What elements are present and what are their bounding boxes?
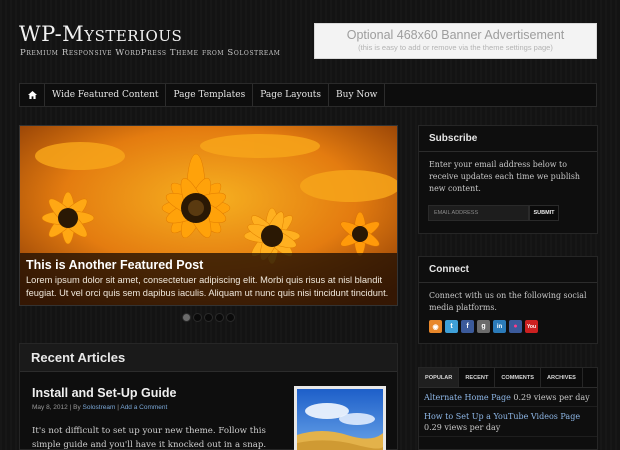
- popular-item-link[interactable]: How to Set Up a YouTube Videos Page: [424, 412, 580, 421]
- slider-dot-4[interactable]: [215, 313, 224, 322]
- site-tagline: Premium Responsive WordPress Theme from …: [20, 48, 281, 58]
- banner-title: Optional 468x60 Banner Advertisement: [346, 28, 565, 42]
- article-by: By: [73, 404, 81, 411]
- site-logo-title[interactable]: WP-Mysterious: [19, 22, 182, 46]
- social-icons: ◉ t f g in ● You: [429, 320, 538, 333]
- linkedin-icon[interactable]: in: [493, 320, 506, 333]
- popular-item-views: 0.29: [513, 393, 532, 402]
- submit-button[interactable]: SUBMIT: [529, 205, 559, 221]
- nav-item-page-templates[interactable]: Page Templates: [166, 84, 254, 106]
- connect-heading: Connect: [419, 257, 597, 283]
- slider-dot-1[interactable]: [182, 313, 191, 322]
- meta-separator: |: [117, 404, 119, 411]
- googleplus-icon[interactable]: g: [477, 320, 490, 333]
- email-field[interactable]: EMAIL ADDRESS: [428, 205, 529, 221]
- slider-dot-2[interactable]: [193, 313, 202, 322]
- tab-archives[interactable]: ARCHIVES: [541, 368, 583, 387]
- slide-excerpt: Lorem ipsum dolor sit amet, consectetuer…: [26, 275, 389, 298]
- recent-articles-heading: Recent Articles: [20, 344, 397, 372]
- banner-subtitle: (this is easy to add or remove via the t…: [358, 43, 553, 52]
- rss-icon[interactable]: ◉: [429, 320, 442, 333]
- article-meta: May 8, 2012 | By Solostream | Add a Comm…: [32, 404, 167, 411]
- tabbed-widget: POPULAR RECENT COMMENTS ARCHIVES Alterna…: [418, 367, 598, 450]
- subscribe-widget: Subscribe Enter your email address below…: [418, 125, 598, 234]
- tab-comments[interactable]: COMMENTS: [495, 368, 541, 387]
- meta-separator: |: [69, 404, 72, 411]
- main-nav: Wide Featured Content Page Templates Pag…: [19, 83, 597, 107]
- widget-tabs: POPULAR RECENT COMMENTS ARCHIVES: [419, 368, 597, 388]
- nav-item-page-layouts[interactable]: Page Layouts: [253, 84, 330, 106]
- slider-dot-3[interactable]: [204, 313, 213, 322]
- facebook-icon[interactable]: f: [461, 320, 474, 333]
- popular-item-suffix: views per day: [444, 423, 501, 432]
- recent-articles: Recent Articles Install and Set-Up Guide…: [19, 343, 398, 450]
- subscribe-heading: Subscribe: [419, 126, 597, 152]
- connect-widget: Connect Connect with us on the following…: [418, 256, 598, 344]
- slide-title[interactable]: This is Another Featured Post: [26, 258, 393, 272]
- featured-slider[interactable]: This is Another Featured Post Lorem ipsu…: [19, 125, 398, 306]
- desert-image: [297, 389, 384, 450]
- slider-dot-5[interactable]: [226, 313, 235, 322]
- banner-advertisement[interactable]: Optional 468x60 Banner Advertisement (th…: [314, 23, 597, 59]
- popular-item-views: 0.29: [424, 423, 442, 432]
- popular-item: Alternate Home Page 0.29 views per day: [419, 388, 597, 407]
- home-icon: [27, 91, 37, 99]
- article-title[interactable]: Install and Set-Up Guide: [32, 386, 176, 400]
- nav-item-buy-now[interactable]: Buy Now: [329, 84, 386, 106]
- tab-popular[interactable]: POPULAR: [419, 368, 460, 387]
- article-excerpt: It's not difficult to set up your new th…: [32, 426, 267, 450]
- slide-caption: This is Another Featured Post Lorem ipsu…: [20, 253, 397, 305]
- slider-pagination: [182, 313, 235, 322]
- popular-item-suffix: views per day: [533, 393, 590, 402]
- site-header: WP-Mysterious Premium Responsive WordPre…: [0, 0, 620, 82]
- flickr-icon[interactable]: ●: [509, 320, 522, 333]
- tab-recent[interactable]: RECENT: [459, 368, 496, 387]
- subscribe-text: Enter your email address below to receiv…: [429, 160, 581, 193]
- nav-item-wide-featured-content[interactable]: Wide Featured Content: [45, 84, 167, 106]
- nav-home[interactable]: [20, 84, 45, 106]
- article-author-link[interactable]: Solostream: [83, 404, 116, 411]
- article-date: May 8, 2012: [32, 404, 68, 411]
- flower-3: [41, 191, 95, 245]
- twitter-icon[interactable]: t: [445, 320, 458, 333]
- add-comment-link[interactable]: Add a Comment: [120, 404, 167, 411]
- connect-text: Connect with us on the following social …: [429, 291, 587, 312]
- popular-item: How to Set Up a YouTube Videos Page 0.29…: [419, 407, 597, 437]
- youtube-icon[interactable]: You: [525, 320, 538, 333]
- subscribe-form: EMAIL ADDRESS SUBMIT: [428, 205, 559, 221]
- popular-item-link[interactable]: Alternate Home Page: [424, 393, 511, 402]
- article-thumbnail[interactable]: [294, 386, 386, 450]
